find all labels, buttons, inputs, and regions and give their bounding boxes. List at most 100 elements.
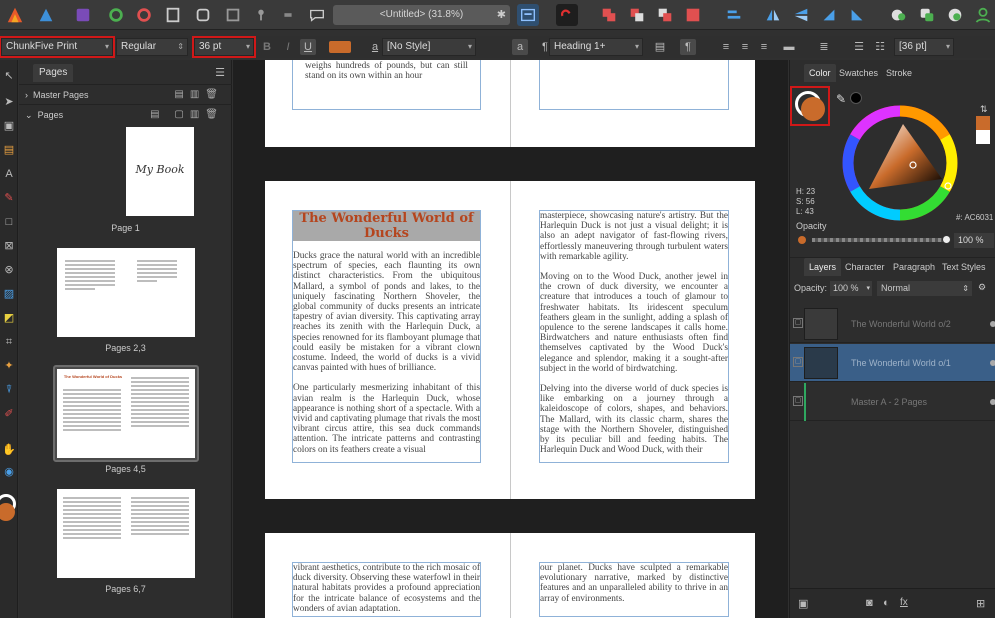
black-swatch[interactable] bbox=[850, 92, 862, 104]
table-tool-icon[interactable]: ▤ bbox=[1, 142, 17, 158]
master-pages-section[interactable]: › Master Pages ▤▥🗑 bbox=[19, 84, 232, 104]
boolean-add-icon[interactable] bbox=[598, 4, 620, 26]
master-pages-actions[interactable]: ▤▥🗑 bbox=[174, 85, 224, 105]
document-canvas[interactable]: weighs hundreds of pounds, but can still… bbox=[233, 60, 788, 618]
pages-2-3-thumbnail[interactable] bbox=[57, 248, 195, 337]
align-left-icon[interactable]: ≡ bbox=[718, 39, 734, 55]
snap-icon[interactable] bbox=[277, 4, 299, 26]
align-center-icon[interactable]: ≡ bbox=[737, 39, 753, 55]
rectangle-tool-icon[interactable]: □ bbox=[1, 214, 17, 230]
pin-icon[interactable] bbox=[250, 4, 272, 26]
picture-frame-tool-icon[interactable]: ⊠ bbox=[1, 238, 17, 254]
assets-gear-icon[interactable] bbox=[133, 4, 155, 26]
font-size-field[interactable]: 36 pt ▾ bbox=[192, 36, 256, 58]
text-frame[interactable]: our planet. Ducks have sculpted a remark… bbox=[539, 562, 729, 617]
hand-tool-icon[interactable]: ✋ bbox=[1, 442, 17, 458]
fx-icon[interactable]: fx bbox=[900, 597, 908, 608]
layer-dot-icon[interactable] bbox=[990, 360, 995, 366]
boolean-xor-icon[interactable] bbox=[682, 4, 704, 26]
tab-swatches[interactable]: Swatches bbox=[834, 64, 883, 82]
tab-stroke[interactable]: Stroke bbox=[881, 64, 917, 82]
italic-button[interactable]: I bbox=[280, 39, 296, 55]
pen-tool-icon[interactable]: ✎ bbox=[1, 190, 17, 206]
page-1-thumbnail[interactable]: My Book bbox=[126, 127, 194, 216]
layer-row-selected[interactable]: ▢ The Wonderful World o/1 bbox=[790, 344, 995, 382]
settings-gear-icon[interactable] bbox=[105, 4, 127, 26]
align-icon[interactable] bbox=[723, 4, 745, 26]
text-frame[interactable] bbox=[539, 60, 729, 110]
transparency-tool-icon[interactable]: ⍒ bbox=[1, 382, 17, 398]
layer-dot-icon[interactable] bbox=[990, 399, 995, 405]
node-tool-icon[interactable]: ➤ bbox=[1, 94, 17, 110]
fill-stroke-selector[interactable] bbox=[790, 86, 830, 126]
user-account-icon[interactable] bbox=[972, 4, 994, 26]
swap-icon[interactable]: ⇅ bbox=[980, 104, 988, 115]
tab-text-styles[interactable]: Text Styles bbox=[937, 258, 991, 276]
blend-mode-select[interactable]: Normal ⇕ bbox=[877, 281, 972, 296]
studio-icon[interactable] bbox=[916, 4, 938, 26]
photo-persona-icon[interactable] bbox=[72, 4, 94, 26]
text-frame[interactable]: vibrant aesthetics, contribute to the ri… bbox=[292, 562, 481, 617]
tab-layers[interactable]: Layers bbox=[804, 258, 842, 276]
color-wheel[interactable] bbox=[841, 104, 959, 222]
pages-6-7-thumbnail[interactable] bbox=[57, 489, 195, 578]
place-image-tool-icon[interactable]: ▨ bbox=[1, 286, 17, 302]
panel-menu-icon[interactable]: ☰ bbox=[215, 66, 225, 79]
document-title-field[interactable]: <Untitled> (31.8%) ✱ bbox=[333, 5, 510, 25]
text-frame-left[interactable]: The Wonderful World of Ducks Ducks grace… bbox=[292, 210, 481, 463]
font-style-select[interactable]: Regular ⇕ bbox=[116, 38, 188, 56]
artistic-text-tool-icon[interactable]: A bbox=[1, 166, 17, 182]
link-icon[interactable] bbox=[556, 4, 578, 26]
affinity-publisher-logo-icon[interactable] bbox=[2, 4, 28, 26]
opacity-slider[interactable] bbox=[812, 238, 946, 242]
fill-swatch[interactable] bbox=[801, 97, 825, 121]
fill-stroke-swatch[interactable] bbox=[0, 494, 18, 524]
opacity-field[interactable]: 100 % bbox=[954, 233, 994, 248]
justify-icon[interactable]: ▬ bbox=[781, 39, 797, 55]
tab-color[interactable]: Color bbox=[804, 64, 836, 82]
pages-section[interactable]: ⌄ Pages ▤ ▢▥🗑 bbox=[19, 104, 232, 124]
flip-vertical-icon[interactable] bbox=[790, 4, 812, 26]
text-frame[interactable]: weighs hundreds of pounds, but can still… bbox=[292, 60, 481, 110]
layer-opacity-field[interactable]: 100 % ▾ bbox=[830, 281, 872, 296]
comment-icon[interactable] bbox=[306, 4, 328, 26]
star-icon[interactable]: ✱ bbox=[497, 5, 506, 25]
boolean-intersect-icon[interactable] bbox=[654, 4, 676, 26]
view-mode-icon[interactable] bbox=[192, 4, 214, 26]
layer-dot-icon[interactable] bbox=[990, 321, 995, 327]
boolean-subtract-icon[interactable] bbox=[626, 4, 648, 26]
text-color-swatch[interactable] bbox=[329, 41, 351, 53]
tab-character[interactable]: Character bbox=[840, 258, 890, 276]
settings-gear-icon[interactable]: ⚙ bbox=[978, 282, 986, 293]
document-heading[interactable]: The Wonderful World of Ducks bbox=[293, 211, 480, 241]
preflight-icon[interactable] bbox=[162, 4, 184, 26]
frame-text-tool-icon[interactable]: ▣ bbox=[1, 118, 17, 134]
layer-row[interactable]: ▢ The Wonderful World o/2 bbox=[790, 305, 995, 343]
layer-row[interactable]: ▢ Master A - 2 Pages bbox=[790, 383, 995, 421]
rotate-left-icon[interactable] bbox=[818, 4, 840, 26]
fill-tool-icon[interactable]: ◩ bbox=[1, 310, 17, 326]
add-layer-icon[interactable]: ⊞ bbox=[976, 597, 985, 610]
pages-actions[interactable]: ▤ ▢▥🗑 bbox=[150, 105, 224, 125]
bullet-list-icon[interactable]: ☰ bbox=[851, 39, 867, 55]
move-tool-icon[interactable]: ↖ bbox=[1, 68, 17, 84]
paragraph-panel-button[interactable]: ¶ bbox=[680, 39, 696, 55]
teams-icon[interactable] bbox=[888, 4, 910, 26]
hex-value[interactable]: #: AC6031 bbox=[956, 213, 993, 222]
pages-4-5-thumbnail[interactable]: The Wonderful World of Ducks bbox=[57, 369, 195, 458]
character-style-select[interactable]: [No Style] ▾ bbox=[382, 38, 476, 56]
underline-button[interactable]: U bbox=[300, 39, 316, 55]
adjustment-icon[interactable]: ◐ bbox=[883, 597, 890, 609]
align-right-icon[interactable]: ≡ bbox=[756, 39, 772, 55]
text-style-options-icon[interactable]: ▤ bbox=[652, 39, 668, 55]
flip-horizontal-icon[interactable] bbox=[762, 4, 784, 26]
gradient-tool-icon[interactable]: ✦ bbox=[1, 358, 17, 374]
ellipse-frame-tool-icon[interactable]: ⊗ bbox=[1, 262, 17, 278]
rotate-right-icon[interactable] bbox=[846, 4, 868, 26]
leading-field[interactable]: [36 pt] ▾ bbox=[894, 38, 954, 56]
color-picker-tool-icon[interactable]: ✐ bbox=[1, 406, 17, 422]
clip-canvas-icon[interactable] bbox=[222, 4, 244, 26]
layer-visibility-icon[interactable]: ▢ bbox=[793, 318, 803, 328]
font-family-select[interactable]: ChunkFive Print ▾ bbox=[0, 36, 115, 58]
character-style-panel-button[interactable]: a bbox=[512, 39, 528, 55]
